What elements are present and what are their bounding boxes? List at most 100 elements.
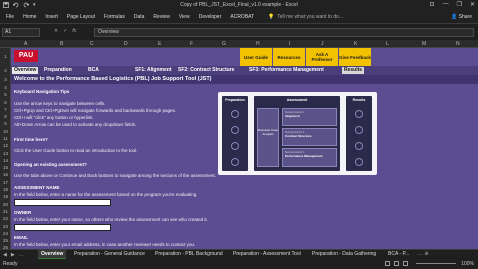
column-header-e[interactable]: E <box>158 41 161 47</box>
maximize-button[interactable]: ❐ <box>457 1 462 8</box>
normal-view-icon[interactable] <box>385 261 390 266</box>
tab-view[interactable]: View <box>179 14 190 20</box>
owner-heading: OWNER <box>14 210 32 215</box>
column-header-m[interactable]: M <box>422 41 426 47</box>
row-header[interactable]: 24 <box>0 231 11 236</box>
give-feedback-button[interactable]: Give Feedback <box>339 48 371 66</box>
sheet-tab-preparation-data-gathering[interactable]: Preparation - Data Gathering <box>312 250 376 259</box>
scroll-right-icon[interactable]: ▶ <box>11 252 15 258</box>
nav-preparation[interactable]: Preparation <box>44 67 72 74</box>
column-header-j[interactable]: J <box>321 41 324 47</box>
row-header[interactable]: 25 <box>0 238 11 243</box>
diagram-bca-box: Business Case Analysis <box>257 108 279 167</box>
row-header[interactable]: 1 <box>0 54 11 59</box>
ribbon-options-icon[interactable]: ⊡ <box>430 1 435 8</box>
minimize-button[interactable]: — <box>443 1 449 8</box>
row-header[interactable]: 8 <box>0 114 11 119</box>
row-header[interactable]: 20 <box>0 202 11 207</box>
tab-formulas[interactable]: Formulas <box>104 14 125 20</box>
column-header-n[interactable]: N <box>456 41 460 47</box>
sheet-tab-preparation-assessment-tool[interactable]: Preparation - Assessment Tool <box>233 250 301 259</box>
chart-icon <box>355 126 363 134</box>
column-header-l[interactable]: L <box>386 41 389 47</box>
column-header-h[interactable]: H <box>256 41 260 47</box>
row-header[interactable]: 12 <box>0 143 11 148</box>
share-button[interactable]: 👤 Share <box>451 14 472 20</box>
formula-bar: A1 ✕ ✓ fx Overview <box>0 24 478 40</box>
scroll-left-icon[interactable]: ◀ <box>3 252 7 258</box>
row-header[interactable]: 5 <box>0 92 11 97</box>
column-header-a[interactable]: A <box>24 41 27 47</box>
row-header[interactable]: 15 <box>0 165 11 170</box>
sheet-tab-overview[interactable]: Overview <box>38 250 67 259</box>
row-header[interactable]: 2 <box>0 68 11 73</box>
tab-data[interactable]: Data <box>134 14 145 20</box>
column-header-g[interactable]: G <box>222 41 226 47</box>
row-header[interactable]: 23 <box>0 224 11 229</box>
diagram-assessment-column: Assessment Business Case Analysis Succes… <box>254 96 340 171</box>
nav-results[interactable]: Results <box>342 67 365 74</box>
row-header[interactable]: 11 <box>0 136 11 141</box>
row-header[interactable]: 9 <box>0 121 11 126</box>
worksheet-grid[interactable]: PAU User Guide Resources Ask A Professor… <box>11 48 478 249</box>
row-header[interactable]: 19 <box>0 194 11 199</box>
row-header[interactable]: 22 <box>0 216 11 221</box>
nav-sf1-alignment[interactable]: SF1: Alignment <box>135 67 171 74</box>
page-break-view-icon[interactable] <box>403 261 408 266</box>
column-header-k[interactable]: K <box>354 41 357 47</box>
row-header[interactable]: 10 <box>0 129 11 134</box>
formula-input[interactable]: Overview <box>94 28 474 37</box>
tab-developer[interactable]: Developer <box>199 14 222 20</box>
tab-file[interactable]: File <box>6 14 14 20</box>
title-bar: ▾ Copy of PBL_JST_Excel_Final_v1.0 examp… <box>0 0 478 11</box>
sheet-tab-preparation-pbl-background[interactable]: Preparation - PBL Background <box>155 250 223 259</box>
diagram-sf3-box: Success Factor 3 Performance Management <box>282 148 337 167</box>
insert-function-icon[interactable]: fx <box>72 28 76 34</box>
tab-insert[interactable]: Insert <box>45 14 58 20</box>
opening-text: Use the tabs above or Continue and Back … <box>14 173 216 178</box>
column-header-c[interactable]: C <box>90 41 94 47</box>
resources-button[interactable]: Resources <box>273 48 305 66</box>
sheet-tab-overflow-icon[interactable]: … ⊕ <box>418 250 429 259</box>
owner-input[interactable] <box>14 224 111 231</box>
diagram-preparation-column: Preparation <box>222 96 248 171</box>
nav-overview[interactable]: Overview <box>12 67 39 74</box>
row-header[interactable]: 16 <box>0 172 11 177</box>
row-header[interactable]: 4 <box>0 85 11 90</box>
tab-home[interactable]: Home <box>23 14 36 20</box>
more-sheets-icon[interactable]: … <box>19 252 24 258</box>
column-header-b[interactable]: B <box>60 41 63 47</box>
page-layout-view-icon[interactable] <box>394 261 399 266</box>
close-button[interactable]: ✕ <box>470 1 475 8</box>
row-header[interactable]: 6 <box>0 100 11 105</box>
row-header[interactable]: 18 <box>0 187 11 192</box>
row-header[interactable]: 7 <box>0 107 11 112</box>
ask-a-professor-button[interactable]: Ask A Professor <box>306 48 338 66</box>
navigation-row: Overview Preparation BCA SF1: Alignment … <box>11 66 478 75</box>
nav-sf3-performance-management[interactable]: SF3: Performance Management <box>249 67 324 74</box>
sheet-tab-preparation-general-guidance[interactable]: Preparation - General Guidance <box>74 250 145 259</box>
cancel-entry-icon[interactable]: ✕ <box>54 28 58 34</box>
row-header[interactable]: 21 <box>0 209 11 214</box>
sheet-tab-bca[interactable]: BCA - P... <box>388 250 409 259</box>
assessment-name-input[interactable] <box>14 199 111 206</box>
row-header[interactable]: 13 <box>0 151 11 156</box>
confirm-entry-icon[interactable]: ✓ <box>63 28 67 34</box>
user-guide-button[interactable]: User Guide <box>240 48 272 66</box>
zoom-slider[interactable] <box>416 263 456 264</box>
keyboard-tip: Alt+Down Arrow can be used to activate a… <box>14 122 137 127</box>
row-header[interactable]: 17 <box>0 180 11 185</box>
tab-review[interactable]: Review <box>153 14 169 20</box>
column-header-d[interactable]: D <box>124 41 128 47</box>
row-header[interactable]: 3 <box>0 77 11 82</box>
row-header[interactable]: 14 <box>0 158 11 163</box>
name-box[interactable]: A1 <box>2 28 40 37</box>
nav-sf2-contract-structure[interactable]: SF2: Contract Structure <box>178 67 234 74</box>
nav-bca[interactable]: BCA <box>88 67 99 74</box>
column-header-f[interactable]: F <box>190 41 193 47</box>
column-header-i[interactable]: I <box>289 41 290 47</box>
tell-me-search[interactable]: 💡 Tell me what you want to do... <box>268 14 343 20</box>
tab-page-layout[interactable]: Page Layout <box>67 14 95 20</box>
zoom-level[interactable]: 100% <box>461 261 474 267</box>
tab-acrobat[interactable]: ACROBAT <box>230 14 254 20</box>
